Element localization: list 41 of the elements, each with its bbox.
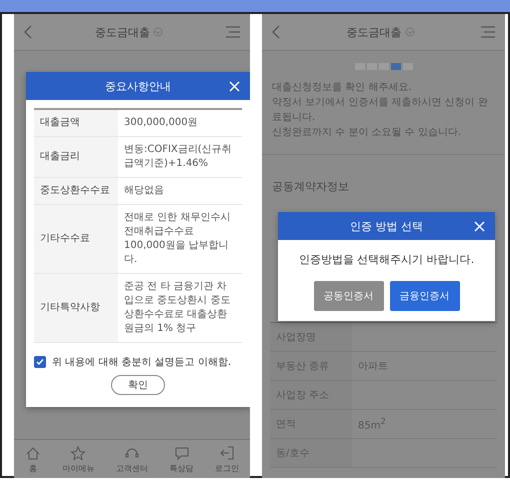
row-label: 기타수수료 <box>34 204 118 274</box>
row-label: 대출금리 <box>34 136 118 178</box>
row-value: 준공 전 타 금융기관 차입으로 중도상환시 중도상환수수료로 대출상환 원금의 1% 청구 <box>118 274 242 342</box>
menu-icon[interactable] <box>481 26 495 38</box>
back-icon[interactable] <box>24 25 32 39</box>
home-icon <box>24 444 41 460</box>
row-value: 해당없음 <box>118 178 242 204</box>
nav-tab[interactable]: 홈 <box>24 444 41 474</box>
back-icon[interactable] <box>272 25 280 39</box>
notice-text: 약정서 보기에서 인증서를 제출하시면 신청이 완료됩니다. <box>272 96 489 125</box>
nav-tab[interactable]: 고객센터 <box>116 444 148 474</box>
menu-icon[interactable] <box>226 26 240 38</box>
certificate-button[interactable]: 금융인증서 <box>390 281 460 311</box>
nav-tab[interactable]: 로그인 <box>215 444 240 474</box>
login-icon <box>219 444 236 460</box>
row-value: 전매로 인한 채무인수시 전매취급수수료 100,000원을 납부합니다. <box>118 204 242 274</box>
dropdown-icon[interactable] <box>404 27 414 37</box>
dialog-title: 중요사항안내 <box>105 78 171 94</box>
star-icon <box>70 444 86 460</box>
notice-text: 대출신청정보를 확인 해주세요. <box>272 81 413 95</box>
nav-tab[interactable]: 마이메뉴 <box>62 444 94 474</box>
row-label: 대출금액 <box>34 109 118 136</box>
dropdown-icon[interactable] <box>153 27 163 37</box>
row-label: 기타특약사항 <box>34 274 118 342</box>
section-title: 공동계약자정보 <box>272 179 350 194</box>
close-icon[interactable] <box>229 81 240 92</box>
nav-tab[interactable]: 톡상담 <box>170 444 194 474</box>
dialog-title: 인증 방법 선택 <box>350 218 423 234</box>
screen-title: 중도금대출 <box>346 24 402 40</box>
checkbox[interactable] <box>34 356 46 368</box>
notice-text: 신청완료까지 수 분이 소요될 수 있습니다. <box>272 126 462 140</box>
screen-title: 중도금대출 <box>95 24 150 40</box>
row-value: 300,000,000원 <box>118 109 242 136</box>
confirm-button[interactable]: 확인 <box>111 375 165 395</box>
row-label: 중도상환수수료 <box>34 178 118 204</box>
dialog-message: 인증방법을 선택해주시기 바랍니다. <box>298 252 476 267</box>
certificate-button[interactable]: 공동인증서 <box>314 281 384 311</box>
close-icon[interactable] <box>474 221 485 232</box>
row-value: 변동:COFIX금리(신규취급액기준)+1.46% <box>118 136 242 178</box>
agree-label: 위 내용에 대해 충분히 설명듣고 이해함. <box>52 356 232 369</box>
chat-bubble-icon <box>174 444 190 460</box>
